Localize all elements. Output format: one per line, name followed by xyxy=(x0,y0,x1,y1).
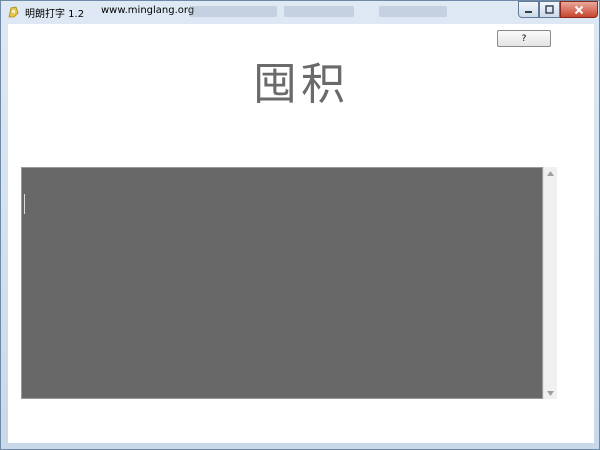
client-area: ? 囤积 xyxy=(8,24,594,443)
background-window-title xyxy=(284,6,354,17)
window-title: 明朗打字 1.2 xyxy=(25,9,85,20)
background-window-title xyxy=(379,6,447,17)
text-caret xyxy=(24,194,25,214)
scroll-up-button[interactable] xyxy=(544,167,557,179)
app-window: 明朗打字 1.2 www.minglang.org ? 囤积 xyxy=(0,0,600,450)
minimize-button[interactable] xyxy=(518,1,539,18)
scroll-up-icon xyxy=(547,170,554,176)
background-window-title xyxy=(189,6,277,17)
vertical-scrollbar[interactable] xyxy=(543,167,557,399)
window-url: www.minglang.org xyxy=(101,5,195,16)
scroll-down-button[interactable] xyxy=(544,387,557,399)
maximize-button[interactable] xyxy=(539,1,560,18)
practice-characters: 囤积 xyxy=(253,59,349,110)
help-button[interactable]: ? xyxy=(497,30,551,47)
maximize-icon xyxy=(545,5,554,14)
app-icon xyxy=(8,6,19,18)
close-button[interactable] xyxy=(560,1,598,18)
minimize-icon xyxy=(525,11,532,13)
close-icon xyxy=(574,5,584,14)
typing-input-area[interactable] xyxy=(21,167,543,399)
scroll-down-icon xyxy=(547,390,554,396)
title-bar[interactable]: 明朗打字 1.2 www.minglang.org xyxy=(1,1,599,23)
